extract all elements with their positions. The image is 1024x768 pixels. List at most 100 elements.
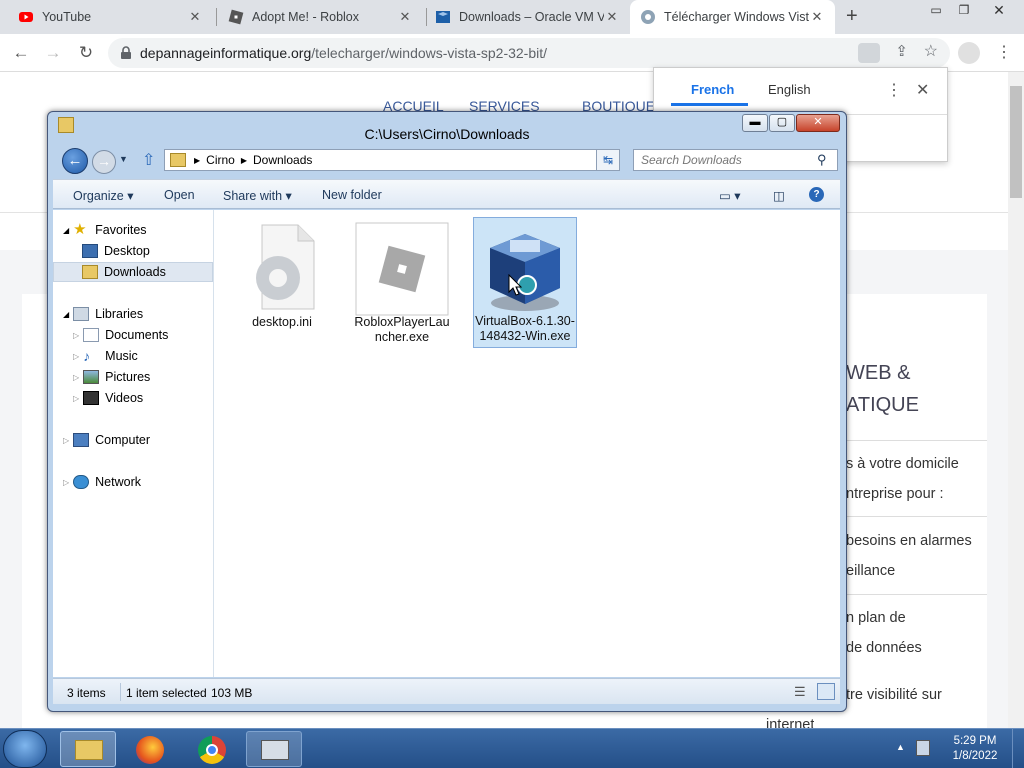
back-button[interactable]: ← [8, 40, 34, 66]
tab-close-icon[interactable]: ✕ [604, 9, 620, 25]
command-bar: Organize ▾ Open Share with ▾ New folder … [53, 179, 840, 209]
forward-button[interactable]: → [40, 40, 66, 66]
tray-network-icon[interactable] [916, 740, 930, 756]
tab-roblox[interactable]: Adopt Me! - Roblox ✕ [218, 0, 423, 34]
share-icon[interactable]: ⇪ [895, 42, 908, 60]
windows-taskbar: ▲ 5:29 PM 1/8/2022 [0, 728, 1024, 768]
breadcrumb-item[interactable]: Cirno [206, 153, 235, 167]
taskbar-explorer-icon[interactable] [60, 731, 116, 767]
clock-time: 5:29 PM [953, 735, 997, 747]
preview-pane-icon[interactable]: ◫ [773, 188, 785, 203]
file-item-roblox-launcher[interactable]: RobloxPlayerLau ncher.exe [350, 219, 454, 347]
translate-options-icon[interactable]: ⋮ [886, 80, 902, 100]
roblox-icon [228, 9, 244, 25]
url-path: /telecharger/windows-vista-sp2-32-bit/ [311, 45, 548, 61]
file-item-desktop-ini[interactable]: desktop.ini [230, 219, 334, 347]
taskbar-clock[interactable]: 5:29 PM 1/8/2022 [942, 734, 1008, 764]
settings-file-icon [256, 224, 315, 310]
tab-close-icon[interactable]: ✕ [397, 9, 413, 25]
folder-icon [170, 153, 186, 167]
start-button[interactable] [3, 730, 47, 768]
tab-title: YouTube [42, 10, 92, 24]
tab-telecharger-vista[interactable]: Télécharger Windows Vista ✕ [630, 0, 835, 34]
page-heading-line1: WEB & [846, 362, 911, 384]
new-folder-button[interactable]: New folder [322, 188, 382, 202]
back-arrow-icon[interactable]: ← [62, 148, 88, 174]
clock-date: 1/8/2022 [952, 750, 998, 762]
nav-favorites[interactable]: ◢ ★ Favorites [53, 220, 213, 240]
nav-music[interactable]: ▷ ♪ Music [53, 346, 213, 366]
translate-close-icon[interactable]: ✕ [916, 80, 929, 100]
restore-button[interactable]: ❐ [950, 0, 978, 20]
file-list: desktop.ini RobloxPlayerLau ncher.exe Vir… [214, 210, 840, 677]
close-window-button[interactable]: ✕ [985, 0, 1013, 20]
nav-libraries[interactable]: ◢ Libraries [53, 304, 213, 324]
bookmark-star-icon[interactable]: ☆ [924, 41, 938, 61]
page-scrollbar-thumb[interactable] [1010, 86, 1022, 198]
downloads-folder-icon [82, 265, 98, 279]
refresh-icon[interactable]: ↹ [596, 149, 620, 171]
search-input[interactable]: Search Downloads [633, 149, 838, 171]
status-size: 103 MB [211, 686, 253, 700]
status-bar: 3 items 1 item selected 103 MB ☰ [53, 678, 840, 704]
maximize-button[interactable]: ▢ [769, 114, 795, 132]
translate-icon[interactable] [858, 43, 880, 63]
videos-icon [83, 391, 100, 405]
open-button[interactable]: Open [164, 188, 195, 202]
help-icon[interactable]: ? [809, 187, 824, 202]
file-name: 148432-Win.exe [479, 329, 571, 343]
address-bar[interactable]: depannageinformatique.org/telecharger/wi… [108, 38, 950, 68]
folder-icon [58, 117, 74, 133]
breadcrumb-item[interactable]: Downloads [253, 153, 312, 167]
translate-to-language[interactable]: English [768, 82, 811, 97]
chrome-menu-icon[interactable]: ⋮ [996, 42, 1012, 62]
forward-arrow-icon[interactable]: → [92, 150, 116, 174]
nav-downloads[interactable]: Downloads [53, 262, 213, 282]
close-button[interactable]: ✕ [796, 114, 840, 132]
pictures-icon [83, 370, 100, 384]
tab-youtube[interactable]: YouTube ✕ [8, 0, 213, 34]
recent-locations-icon[interactable]: ▼ [119, 154, 128, 164]
minimize-button[interactable]: ▭ [922, 0, 950, 20]
nav-network[interactable]: ▷ Network [53, 472, 213, 492]
minimize-button[interactable]: ▬ [742, 114, 768, 132]
details-view-icon[interactable]: ☰ [794, 684, 806, 700]
show-desktop-button[interactable] [1012, 729, 1024, 768]
nav-documents[interactable]: ▷ Documents [53, 325, 213, 345]
virtualbox-icon [436, 11, 450, 23]
nav-desktop[interactable]: Desktop [53, 241, 213, 261]
tab-close-icon[interactable]: ✕ [809, 9, 825, 25]
mouse-cursor-icon [508, 274, 522, 296]
tab-title: Downloads – Oracle VM Vi [459, 10, 604, 24]
share-with-button[interactable]: Share with ▾ [223, 188, 292, 203]
browser-tabstrip: YouTube ✕ Adopt Me! - Roblox ✕ Downloads… [0, 0, 1024, 34]
explorer-window: C:\Users\Cirno\Downloads ▬ ▢ ✕ ← → ▼ ⇧ ▶… [47, 111, 847, 712]
file-name: desktop.ini [252, 315, 312, 329]
desktop-icon [82, 244, 98, 258]
new-tab-button[interactable]: + [846, 5, 858, 28]
taskbar-task-manager-icon[interactable] [246, 731, 302, 767]
tab-virtualbox-downloads[interactable]: Downloads – Oracle VM Vi ✕ [425, 0, 630, 34]
nav-computer[interactable]: ▷ Computer [53, 430, 213, 450]
tab-title: Adopt Me! - Roblox [252, 10, 359, 24]
view-options-icon[interactable]: ▭ ▾ [719, 188, 741, 203]
up-arrow-icon[interactable]: ⇧ [142, 150, 155, 170]
tray-expand-icon[interactable]: ▲ [896, 742, 905, 752]
large-icons-view-icon[interactable] [817, 683, 835, 700]
tab-close-icon[interactable]: ✕ [187, 9, 203, 25]
globe-icon [641, 10, 655, 24]
profile-avatar[interactable] [958, 42, 980, 64]
nav-pictures[interactable]: ▷ Pictures [53, 367, 213, 387]
address-breadcrumb[interactable]: ▶ Cirno ▶ Downloads ▼ [164, 149, 620, 171]
libraries-icon [73, 307, 90, 321]
page-text: de données [846, 640, 922, 656]
organize-button[interactable]: Organize ▾ [73, 188, 133, 203]
taskbar-chrome-icon[interactable] [184, 731, 240, 767]
nav-videos[interactable]: ▷ Videos [53, 388, 213, 408]
translate-from-language[interactable]: French [691, 82, 734, 97]
page-heading-line2: ATIQUE [846, 394, 919, 416]
file-item-virtualbox-installer[interactable]: VirtualBox-6.1.30- 148432-Win.exe [473, 217, 577, 348]
reload-button[interactable]: ↻ [73, 40, 99, 66]
virtualbox-icon [490, 234, 560, 311]
taskbar-firefox-icon[interactable] [122, 731, 178, 767]
